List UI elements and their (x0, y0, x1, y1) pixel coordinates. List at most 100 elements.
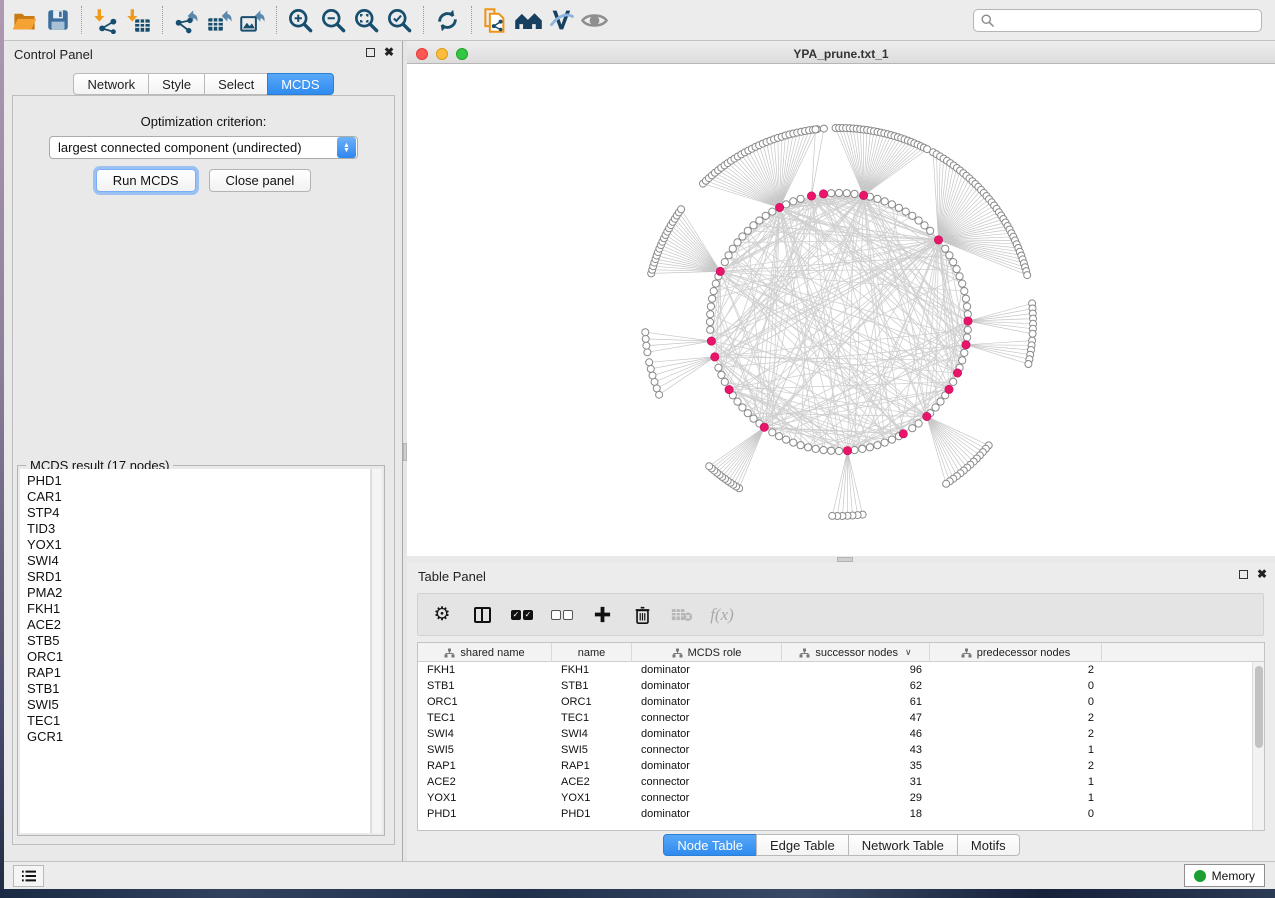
clone-network-icon (482, 7, 509, 34)
search-input[interactable] (995, 11, 1261, 30)
mcds-result-item[interactable]: CAR1 (27, 489, 370, 505)
float-panel-icon[interactable] (366, 48, 375, 57)
export-image-button[interactable] (236, 3, 269, 37)
column-header-successor-nodes[interactable]: successor nodes∨ (782, 643, 930, 662)
column-header-predecessor-nodes[interactable]: predecessor nodes (930, 643, 1102, 662)
table-cell: dominator (632, 678, 782, 694)
mcds-result-item[interactable]: SWI4 (27, 553, 370, 569)
table-settings-button[interactable]: ⚙ (428, 600, 456, 630)
column-label: predecessor nodes (977, 647, 1071, 659)
delete-table-button[interactable] (668, 600, 696, 630)
close-panel-icon[interactable]: ✖ (384, 47, 394, 58)
mcds-result-item[interactable]: TID3 (27, 521, 370, 537)
network-canvas[interactable] (407, 64, 1275, 556)
close-panel-icon[interactable]: ✖ (1257, 569, 1267, 580)
deselect-all-columns-button[interactable] (548, 600, 576, 630)
run-mcds-button[interactable]: Run MCDS (96, 169, 196, 192)
select-all-columns-button[interactable]: ✓✓ (508, 600, 536, 630)
list-icon (21, 869, 37, 883)
export-network-button[interactable] (170, 3, 203, 37)
mcds-result-item[interactable]: FKH1 (27, 601, 370, 617)
tab-style[interactable]: Style (148, 73, 205, 95)
mcds-result-item[interactable]: GCR1 (27, 729, 370, 745)
column-header-name[interactable]: name (552, 643, 632, 662)
table-panel-header: Table Panel ✖ (407, 563, 1275, 589)
table-cell: SWI4 (552, 726, 632, 742)
mcds-list-scrollbar[interactable] (371, 469, 382, 833)
column-header-MCDS-role[interactable]: MCDS role (632, 643, 782, 662)
table-row[interactable]: ACE2ACE2connector311 (418, 774, 1264, 790)
tab-motifs[interactable]: Motifs (957, 834, 1020, 856)
horizontal-splitter[interactable] (407, 556, 1275, 563)
mcds-result-item[interactable]: STB1 (27, 681, 370, 697)
show-columns-button[interactable] (468, 600, 496, 630)
import-table-button[interactable] (122, 3, 155, 37)
mcds-result-item[interactable]: PHD1 (27, 473, 370, 489)
mcds-result-item[interactable]: STB5 (27, 633, 370, 649)
refresh-button[interactable] (431, 3, 464, 37)
table-row[interactable]: STB1STB1dominator620 (418, 678, 1264, 694)
memory-button[interactable]: Memory (1184, 864, 1265, 887)
table-row[interactable]: RAP1RAP1dominator352 (418, 758, 1264, 774)
table-panel: Table Panel ✖ ⚙ ✓✓ (407, 563, 1275, 861)
network-window-title: YPA_prune.txt_1 (793, 47, 888, 61)
right-area: YPA_prune.txt_1 Table Panel ✖ ⚙ ✓✓ (407, 41, 1275, 861)
splitter-grip[interactable] (837, 557, 853, 562)
table-row[interactable]: FKH1FKH1dominator962 (418, 662, 1264, 678)
tab-network[interactable]: Network (73, 73, 149, 95)
clone-network-button[interactable] (479, 3, 512, 37)
table-row[interactable]: SWI4SWI4dominator462 (418, 726, 1264, 742)
import-network-button[interactable] (89, 3, 122, 37)
table-cell: TEC1 (552, 710, 632, 726)
export-table-button[interactable] (203, 3, 236, 37)
tab-network-table[interactable]: Network Table (848, 834, 958, 856)
column-label: shared name (460, 647, 524, 659)
function-builder-button[interactable]: f(x) (708, 600, 736, 630)
table-row[interactable]: TEC1TEC1connector472 (418, 710, 1264, 726)
zoom-in-button[interactable] (284, 3, 317, 37)
table-scrollbar[interactable] (1252, 662, 1264, 830)
mcds-result-item[interactable]: ACE2 (27, 617, 370, 633)
table-row[interactable]: PHD1PHD1dominator180 (418, 806, 1264, 822)
zoom-out-button[interactable] (317, 3, 350, 37)
zoom-selected-button[interactable] (383, 3, 416, 37)
houses-button[interactable] (512, 3, 545, 37)
table-row[interactable]: YOX1YOX1connector291 (418, 790, 1264, 806)
eye-button[interactable] (578, 3, 611, 37)
mcds-result-item[interactable]: SWI5 (27, 697, 370, 713)
table-cell: 1 (930, 742, 1102, 758)
table-row[interactable]: SWI5SWI5connector431 (418, 742, 1264, 758)
zoom-fit-button[interactable] (350, 3, 383, 37)
add-column-button[interactable] (588, 600, 616, 630)
scrollbar-thumb[interactable] (1255, 666, 1263, 748)
optimization-criterion-select[interactable]: largest connected component (undirected)… (49, 136, 358, 159)
mcds-result-item[interactable]: SRD1 (27, 569, 370, 585)
tab-edge-table[interactable]: Edge Table (756, 834, 849, 856)
column-header-shared-name[interactable]: shared name (418, 643, 552, 662)
delete-column-button[interactable] (628, 600, 656, 630)
minimize-window-icon[interactable] (436, 48, 448, 60)
table-row[interactable]: ORC1ORC1dominator610 (418, 694, 1264, 710)
close-panel-button[interactable]: Close panel (209, 169, 312, 192)
mcds-result-item[interactable]: PMA2 (27, 585, 370, 601)
network-window-titlebar[interactable]: YPA_prune.txt_1 (407, 44, 1275, 64)
tab-mcds[interactable]: MCDS (267, 73, 333, 95)
task-history-button[interactable] (13, 865, 44, 887)
mcds-result-item[interactable]: TEC1 (27, 713, 370, 729)
mcds-result-item[interactable]: RAP1 (27, 665, 370, 681)
checked-box-icon: ✓ (523, 610, 533, 620)
close-window-icon[interactable] (416, 48, 428, 60)
mcds-result-item[interactable]: ORC1 (27, 649, 370, 665)
tab-node-table[interactable]: Node Table (663, 834, 757, 856)
maximize-window-icon[interactable] (456, 48, 468, 60)
mcds-result-item[interactable]: STP4 (27, 505, 370, 521)
float-panel-icon[interactable] (1239, 570, 1248, 579)
mcds-result-item[interactable]: YOX1 (27, 537, 370, 553)
global-search[interactable] (973, 9, 1262, 32)
function-icon: f(x) (710, 605, 734, 625)
letter-v-stroke-button[interactable] (545, 3, 578, 37)
tab-select[interactable]: Select (204, 73, 268, 95)
open-file-button[interactable] (8, 3, 41, 37)
save-session-button[interactable] (41, 3, 74, 37)
table-cell: FKH1 (418, 662, 552, 678)
